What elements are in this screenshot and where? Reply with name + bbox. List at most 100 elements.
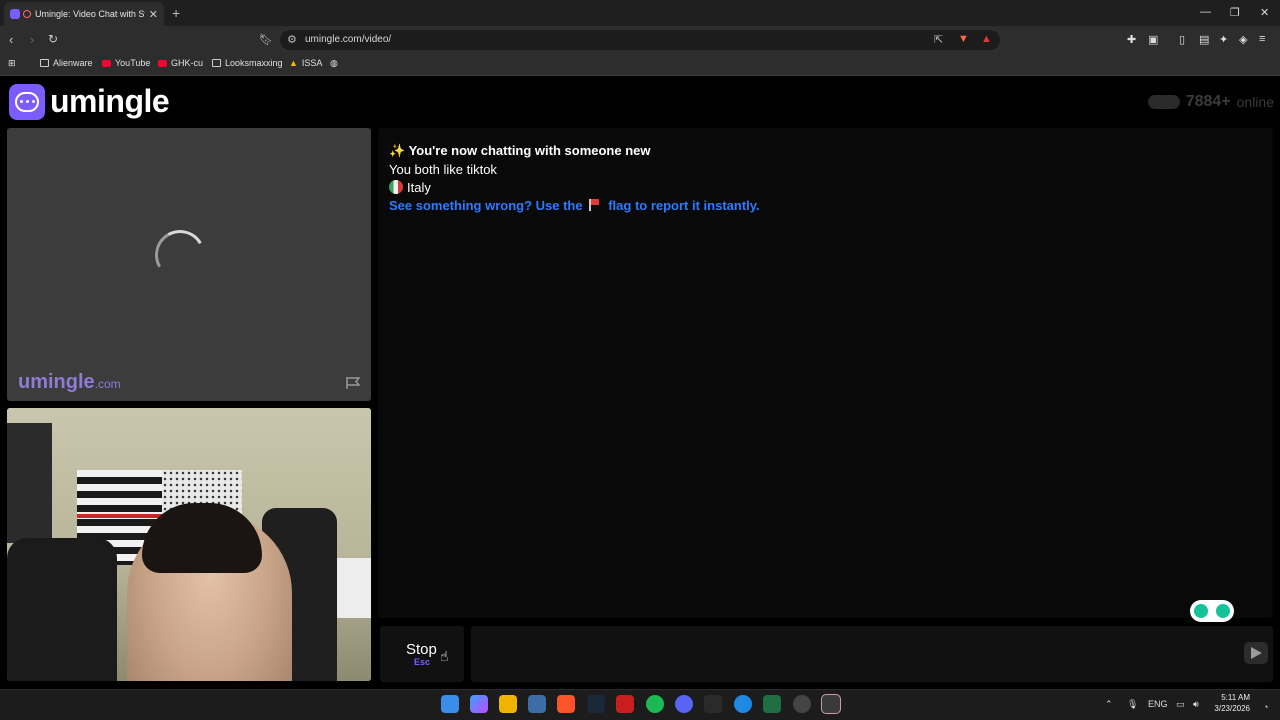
browser-tab[interactable]: Umingle: Video Chat with Strangers ✕ [4, 2, 164, 26]
close-tab-icon[interactable]: ✕ [149, 8, 158, 21]
online-indicator: 7884+ online [1147, 93, 1274, 111]
watermark-suffix: .com [94, 377, 121, 391]
youtube-icon [102, 59, 111, 67]
tray-overflow-icon[interactable]: ⌃ [1105, 699, 1113, 710]
close-window-icon[interactable]: ✕ [1260, 6, 1269, 19]
bookmark-label: Alienware [53, 58, 93, 68]
app-red-icon[interactable] [616, 695, 634, 713]
epic-games-active-icon[interactable] [821, 694, 841, 714]
chat-system-message: Italy [389, 180, 431, 195]
app-circle-icon[interactable] [793, 695, 811, 713]
report-suffix: flag to report it instantly. [608, 198, 760, 213]
watermark-main: umingle [18, 371, 95, 393]
url-text[interactable]: umingle.com/video/ [305, 34, 391, 45]
clock-time: 5:11 AM [1221, 693, 1250, 702]
video-watermark: umingle.com [18, 371, 121, 394]
chat-system-message: ✨ You're now chatting with someone new [389, 143, 651, 159]
stop-label[interactable]: Stop [406, 641, 437, 658]
bookmark-label: ISSA [301, 58, 323, 68]
globe-icon[interactable]: ◍ [330, 58, 338, 69]
store-icon[interactable] [528, 695, 546, 713]
red-flag-icon [588, 199, 600, 211]
volume-icon[interactable]: 🔊︎ [1193, 699, 1199, 710]
local-video [7, 408, 371, 681]
new-tab-icon[interactable]: + [172, 5, 180, 21]
discord-icon[interactable] [675, 695, 693, 713]
issa-icon: ▲ [289, 58, 298, 68]
bookmark-label: GHK-cu [171, 58, 204, 68]
notifications-icon[interactable]: ◔ [1263, 702, 1268, 712]
italy-flag-icon [389, 180, 403, 194]
start-icon[interactable] [441, 695, 459, 713]
extensions-icon[interactable]: ✚ [1127, 33, 1136, 46]
bookmark-label: Looksmaxxing [225, 58, 283, 68]
grammarly-icon [1216, 604, 1230, 618]
message-text: Italy [407, 180, 431, 195]
network-icon[interactable]: ▭ [1176, 699, 1185, 710]
taskbar [0, 689, 1280, 720]
theme-toggle[interactable] [1147, 95, 1180, 109]
report-hint: See something wrong? Use the flag to rep… [389, 198, 760, 213]
system-clock[interactable]: 5:11 AM 3/23/2026 [1214, 692, 1250, 714]
microphone-icon[interactable]: 🎙︎ [1127, 699, 1138, 710]
apps-icon[interactable]: ⊞ [8, 58, 16, 69]
menu-icon[interactable]: ≡ [1259, 33, 1265, 45]
leo-ai-icon[interactable]: ✦ [1219, 33, 1228, 46]
bookmark-label: YouTube [115, 58, 151, 68]
rewards-icon[interactable]: ▲ [981, 33, 992, 45]
chat-bubble-icon [9, 83, 45, 120]
bookmark-ghk-cu[interactable]: GHK-cu [158, 58, 203, 68]
grammarly-widget[interactable] [1190, 600, 1234, 622]
chat-system-message: You both like tiktok [389, 162, 497, 177]
brave-icon[interactable] [557, 695, 575, 713]
language-indicator[interactable]: ENG [1148, 699, 1168, 709]
youtube-icon [158, 59, 167, 67]
wallet-icon[interactable]: ▣ [1148, 33, 1158, 46]
online-count: 7884+ [1185, 93, 1231, 110]
share-icon[interactable]: ⇱ [934, 33, 943, 46]
site-favicon-icon [10, 9, 20, 19]
report-flag-icon[interactable] [345, 376, 361, 390]
restore-icon[interactable]: ❐ [1230, 6, 1240, 19]
file-explorer-icon[interactable] [499, 695, 517, 713]
message-text: You both like tiktok [389, 162, 497, 177]
bookmark-youtube[interactable]: YouTube [102, 58, 150, 68]
chat-input[interactable] [471, 626, 1273, 682]
logo-text: umingle [50, 83, 170, 119]
steam-icon[interactable] [587, 695, 605, 713]
app-blue-icon[interactable] [734, 695, 752, 713]
folder-icon [212, 59, 221, 67]
sidebar-icon[interactable]: ▯ [1179, 33, 1185, 46]
excel-icon[interactable] [763, 695, 781, 713]
bookmark-looksmaxxing[interactable]: Looksmaxxing [212, 58, 283, 68]
wallet2-icon[interactable]: ▤ [1199, 33, 1209, 46]
reload-icon[interactable]: ↻ [48, 32, 58, 46]
folder-icon [40, 59, 49, 67]
epic-games-icon[interactable] [704, 695, 722, 713]
copilot-icon[interactable] [470, 695, 488, 713]
tab-bar: Umingle: Video Chat with Strangers ✕ + —… [0, 0, 1280, 26]
online-label: online [1236, 94, 1274, 110]
site-logo[interactable]: umingle [9, 83, 170, 120]
send-button[interactable] [1244, 642, 1268, 664]
stop-shortcut: Esc [414, 657, 431, 667]
send-icon [1250, 647, 1262, 659]
site-info-icon[interactable]: ⚙︎ [287, 33, 297, 46]
sparkle-icon: ✨ [389, 143, 406, 158]
grammarly-assist-icon [1194, 604, 1208, 618]
vpn-icon[interactable]: ◈ [1239, 33, 1247, 46]
bookmark-issa[interactable]: ▲ ISSA [289, 58, 322, 68]
mouse-cursor-icon: ☝︎ [440, 648, 449, 664]
message-text: You're now chatting with someone new [408, 143, 651, 158]
clock-date: 3/23/2026 [1214, 704, 1250, 713]
brave-shields-icon[interactable]: ▼ [958, 33, 969, 45]
recording-icon [23, 10, 31, 18]
back-icon[interactable]: ‹ [9, 32, 13, 47]
report-prefix: See something wrong? Use the [389, 198, 583, 213]
bookmark-alienware[interactable]: Alienware [40, 58, 93, 68]
bookmark-page-icon[interactable]: 🔖︎ [259, 33, 273, 46]
spotify-icon[interactable] [646, 695, 664, 713]
forward-icon[interactable]: › [30, 32, 34, 47]
minimize-icon[interactable]: — [1200, 6, 1211, 18]
tab-title: Umingle: Video Chat with Strangers [35, 9, 145, 19]
